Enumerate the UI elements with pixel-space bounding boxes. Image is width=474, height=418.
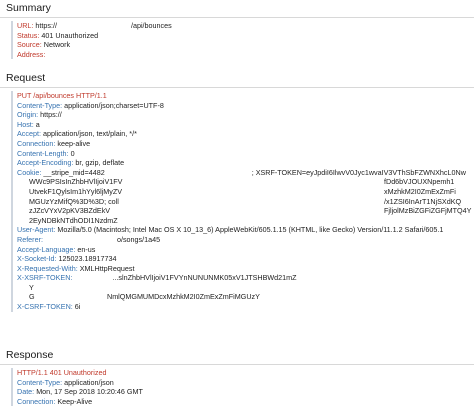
cookie-text-right: xMzhkM2I0ZmExZmFi [384, 186, 456, 196]
header-key: Accept-Language: [17, 244, 76, 254]
header-value: application/json, text/plain, */* [42, 129, 137, 139]
request-header-row: X-XSRF-TOKEN: ...slnZhbHVlIjoiV1FVYnNUNU… [17, 273, 474, 283]
summary-url-row: URL: https:// /api/bounces [17, 21, 474, 31]
cookie-row: Cookie: __stripe_mid=4482 ; XSRF-TOKEN=e… [17, 168, 474, 178]
xsrf-text-right: NmlQMGMUMDcxMzhkM2I0ZmExZmFiMGUzY [107, 292, 260, 302]
source-key: Source: [17, 40, 42, 50]
cookie-continuation: WWc9PSIsInZhbHVlIjoiV1FV fDd6bVJOUXNpemh… [17, 177, 474, 187]
response-title: Response [0, 347, 474, 365]
url-key: URL: [17, 21, 34, 30]
header-value: 125023.18917734 [58, 254, 117, 264]
request-header-row: Host: a [17, 120, 474, 130]
header-key: User-Agent: [17, 225, 56, 235]
cookie-text-right: FjljolMzBiZGFiZGFjMTQ4Y [384, 206, 472, 216]
header-key: Accept: [17, 129, 41, 139]
response-line: HTTP/1.1 401 Unauthorized [17, 368, 107, 377]
request-header-row: Referer: o/songs/1a45 [17, 235, 474, 245]
cookie-continuation: UtvekF1QylsIm1hYyl6ljMyZV xMzhkM2I0ZmExZ… [17, 187, 474, 197]
summary-title: Summary [0, 0, 474, 18]
xsrf-continuation: Y [17, 283, 474, 293]
cookie-text-left: 2EyNDBkNTdhODI1NzdmZ [29, 215, 118, 225]
request-line: PUT /api/bounces HTTP/1.1 [17, 91, 107, 100]
header-value: br, gzip, deflate [75, 158, 125, 168]
request-header-row: Accept: application/json, text/plain, */… [17, 129, 474, 139]
cookie-value: __stripe_mid=4482 [43, 167, 105, 177]
cookie-text-right: /x1ZSI6InArT1NjSXdKQ [384, 196, 462, 206]
header-value: application/json;charset=UTF-8 [64, 100, 164, 110]
request-header-row: X-Requested-With: XMLHttpRequest [17, 264, 474, 274]
response-header-row: Connection: Keep-Alive [17, 397, 474, 407]
summary-status-row: Status: 401 Unauthorized [17, 31, 474, 41]
summary-address-row: Address: [17, 50, 474, 60]
cookie-text-left: UtvekF1QylsIm1hYyl6ljMyZV [29, 186, 123, 196]
header-value: Mozilla/5.0 (Macintosh; Intel Mac OS X 1… [57, 225, 444, 235]
header-key: Content-Type: [17, 377, 63, 387]
xsrf-continuation: G NmlQMGMUMDcxMzhkM2I0ZmExZmFiMGUzY [17, 292, 474, 302]
header-key: Referer: [17, 234, 43, 244]
header-key: X-Socket-Id: [17, 254, 57, 264]
status-key: Status: [17, 30, 40, 40]
header-key: Accept-Encoding: [17, 158, 74, 168]
header-key: X-Requested-With: [17, 263, 78, 273]
source-value: Network [43, 40, 71, 50]
cookie-text-right: fDd6bVJOUXNpemh1 [384, 177, 455, 187]
cookie-value-right: ; XSRF-TOKEN=eyJpdiI6IlwvV0Jyc1wvaIV3VTh… [251, 167, 466, 177]
header-key: Connection: [17, 396, 56, 406]
request-block: PUT /api/bounces HTTP/1.1 Content-Type: … [11, 91, 474, 312]
header-value: keep-alive [57, 138, 91, 148]
cookie-continuation: zJZcVYxV2pKV3BZdEkV FjljolMzBiZGFiZGFjMT… [17, 206, 474, 216]
header-key: Content-Length: [17, 148, 69, 158]
header-key: X-XSRF-TOKEN: [17, 273, 73, 283]
response-block: HTTP/1.1 401 Unauthorized Content-Type: … [11, 368, 474, 407]
header-value: 6i [74, 302, 81, 312]
request-header-row: Accept-Language: en-us [17, 245, 474, 255]
summary-section: Summary URL: https:// /api/bounces Statu… [0, 0, 474, 60]
header-key: Host: [17, 119, 34, 129]
header-value: Keep-Alive [57, 396, 93, 406]
cookie-continuation: MGUzYzMifQ%3D%3D; coll /x1ZSI6InArT1NjSX… [17, 197, 474, 207]
url-value[interactable]: https:// [35, 21, 57, 30]
header-value: application/json [64, 377, 114, 387]
header-key: X-CSRF-TOKEN: [17, 302, 73, 312]
request-header-row: User-Agent: Mozilla/5.0 (Macintosh; Inte… [17, 225, 474, 235]
cookie-text-left: zJZcVYxV2pKV3BZdEkV [29, 206, 111, 216]
cookie-key: Cookie: [17, 167, 42, 177]
header-value-tail: o/songs/1a45 [116, 234, 161, 244]
request-header-row: X-Socket-Id: 125023.18917734 [17, 254, 474, 264]
xsrf-text-left: Y [29, 282, 34, 292]
header-value: 0 [70, 148, 75, 158]
request-header-row: Content-Type: application/json;charset=U… [17, 101, 474, 111]
header-key: Content-Type: [17, 100, 63, 110]
request-header-row: Accept-Encoding: br, gzip, deflate [17, 158, 474, 168]
response-section: Response HTTP/1.1 401 Unauthorized Conte… [0, 347, 474, 407]
url-tail[interactable]: /api/bounces [131, 21, 172, 30]
summary-block: URL: https:// /api/bounces Status: 401 U… [11, 21, 474, 60]
header-value: XMLHttpRequest [79, 263, 135, 273]
summary-source-row: Source: Network [17, 40, 474, 50]
xsrf-text-left: G [29, 292, 35, 302]
header-key: Connection: [17, 138, 56, 148]
request-title: Request [0, 70, 474, 88]
header-value-tail: ...slnZhbHVlIjoiV1FVYnNUNUNMK05xV1JTSHBW… [112, 273, 297, 283]
response-header-row: Date: Mon, 17 Sep 2018 10:20:46 GMT [17, 387, 474, 397]
header-value: https:// [40, 110, 62, 120]
request-header-row: Connection: keep-alive [17, 139, 474, 149]
address-key: Address: [17, 49, 46, 59]
cookie-text-left: WWc9PSIsInZhbHVlIjoiV1FV [29, 177, 123, 187]
request-header-row: X-CSRF-TOKEN: 6i [17, 302, 474, 312]
request-section: Request PUT /api/bounces HTTP/1.1 Conten… [0, 70, 474, 312]
header-key: Origin: [17, 110, 39, 120]
header-value: en-us [77, 244, 96, 254]
request-header-row: Origin: https:// [17, 110, 474, 120]
response-header-row: Content-Type: application/json [17, 378, 474, 388]
cookie-continuation: 2EyNDBkNTdhODI1NzdmZ [17, 216, 474, 226]
header-value: a [35, 119, 40, 129]
request-header-row: Content-Length: 0 [17, 149, 474, 159]
cookie-text-left: MGUzYzMifQ%3D%3D; coll [29, 196, 119, 206]
header-value: Mon, 17 Sep 2018 10:20:46 GMT [36, 387, 143, 397]
status-value: 401 Unauthorized [41, 30, 99, 40]
header-key: Date: [17, 387, 35, 397]
